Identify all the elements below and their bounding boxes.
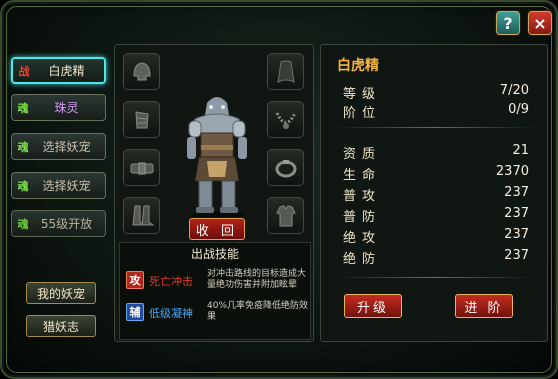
sidebar-tab-label: 选择妖宠 <box>42 179 91 193</box>
attack-skill-icon[interactable]: 攻 <box>126 271 144 289</box>
sidebar-tab-zhuling[interactable]: 魂 珠灵 <box>11 94 106 121</box>
stat-hp: 生命 2370 <box>343 164 529 183</box>
sidebar-tab-label: 55级开放 <box>40 217 93 231</box>
boots-icon <box>131 205 154 225</box>
skill-description: 对冲击路线的目标造成大量绝功伤害并附加眩晕 <box>207 269 307 290</box>
soul-glyph: 魂 <box>17 140 29 154</box>
stat-aptitude: 资质 21 <box>343 143 529 162</box>
skill-name: 低级凝神 <box>149 307 193 320</box>
soul-glyph: 魂 <box>17 101 29 115</box>
stat-ultimate-attack: 绝攻 237 <box>343 227 529 246</box>
necklace-slot[interactable] <box>267 101 304 138</box>
sidebar-tab-locked-55[interactable]: 魂 55级开放 <box>11 210 106 237</box>
belt-icon <box>130 162 153 174</box>
boots-slot[interactable] <box>123 197 160 234</box>
stat-value: 237 <box>504 227 529 242</box>
pet-window: ? × 战 白虎精 魂 珠灵 魂 选择妖宠 魂 选择妖宠 魂 55级开放 我的妖… <box>0 0 558 379</box>
stat-value: 21 <box>512 143 529 158</box>
cloak-slot[interactable] <box>267 53 304 90</box>
support-skill-icon[interactable]: 辅 <box>126 303 144 321</box>
pet-figure-image <box>187 97 247 219</box>
bracer-icon <box>134 110 149 128</box>
ring-icon <box>275 159 296 177</box>
necklace-icon <box>275 111 296 129</box>
my-pets-button[interactable]: 我的妖宠 <box>26 282 96 304</box>
armor-slot[interactable] <box>267 197 304 234</box>
soul-glyph: 魂 <box>17 179 29 193</box>
divider <box>335 277 535 278</box>
stat-label: 普防 <box>343 210 382 225</box>
sidebar-tab-label: 珠灵 <box>54 101 79 115</box>
soul-glyph: 魂 <box>17 217 29 231</box>
stat-label: 生命 <box>343 168 382 183</box>
sidebar-tab-label: 选择妖宠 <box>42 140 91 154</box>
helmet-slot[interactable] <box>123 53 160 90</box>
upgrade-button[interactable]: 升级 <box>344 294 402 318</box>
sidebar-tab-label: 白虎精 <box>48 64 85 78</box>
stat-value: 237 <box>504 206 529 221</box>
bracer-slot[interactable] <box>123 101 160 138</box>
armor-icon <box>275 204 296 226</box>
battle-skills-panel: 出战技能 攻 死亡冲击 对冲击路线的目标造成大量绝功伤害并附加眩晕 辅 低级凝神… <box>119 242 311 340</box>
stat-value: 0/9 <box>508 102 529 117</box>
stat-label: 阶位 <box>343 106 382 121</box>
help-button[interactable]: ? <box>496 11 520 35</box>
stat-rank: 阶位 0/9 <box>343 102 529 121</box>
stat-value: 237 <box>504 248 529 263</box>
belt-slot[interactable] <box>123 149 160 186</box>
stat-normal-defense: 普防 237 <box>343 206 529 225</box>
stat-label: 绝攻 <box>343 231 382 246</box>
battle-glyph: 战 <box>18 64 30 78</box>
ring-slot[interactable] <box>267 149 304 186</box>
stat-label: 等级 <box>343 87 382 102</box>
divider <box>335 127 535 128</box>
cloak-icon <box>276 60 295 83</box>
sidebar-tab-baihujing[interactable]: 战 白虎精 <box>11 57 106 84</box>
skills-title: 出战技能 <box>190 247 239 261</box>
sidebar-tab-select-pet-2[interactable]: 魂 选择妖宠 <box>11 172 106 199</box>
recall-button[interactable]: 收 回 <box>189 218 245 240</box>
stat-normal-attack: 普攻 237 <box>343 185 529 204</box>
advance-button[interactable]: 进 阶 <box>455 294 513 318</box>
helmet-icon <box>132 61 151 80</box>
stat-label: 绝防 <box>343 252 382 267</box>
pet-name: 白虎精 <box>337 58 379 74</box>
close-button[interactable]: × <box>528 11 552 35</box>
sidebar-tab-select-pet-1[interactable]: 魂 选择妖宠 <box>11 133 106 160</box>
stat-level: 等级 7/20 <box>343 83 529 102</box>
skill-name: 死亡冲击 <box>149 275 193 288</box>
stat-label: 普攻 <box>343 189 382 204</box>
stat-label: 资质 <box>343 147 382 162</box>
stat-value: 7/20 <box>499 83 529 98</box>
hunt-log-button[interactable]: 猎妖志 <box>26 315 96 337</box>
stat-value: 237 <box>504 185 529 200</box>
stat-value: 2370 <box>495 164 529 179</box>
skill-description: 40%几率免疫降低绝防效果 <box>207 301 309 322</box>
stat-ultimate-defense: 绝防 237 <box>343 248 529 267</box>
